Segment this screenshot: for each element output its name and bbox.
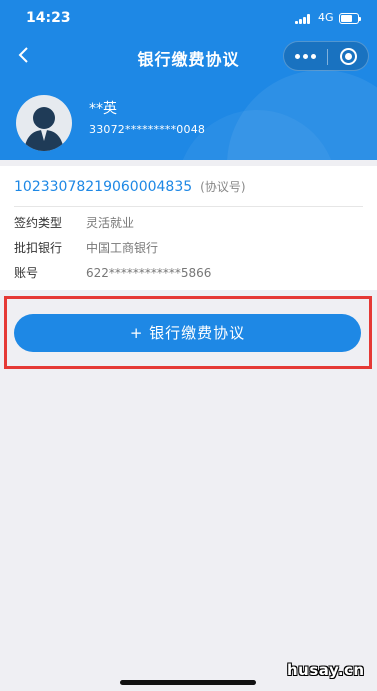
detail-row-account: 账号 622************5866 [14, 264, 211, 281]
user-profile: **英 33072*********0048 [0, 88, 377, 160]
more-dots-icon[interactable] [293, 48, 319, 64]
status-time: 14:23 [26, 10, 71, 26]
navigation-bar: 银行缴费协议 [0, 36, 377, 76]
detail-row-type: 签约类型 灵活就业 [14, 214, 134, 231]
row-label: 账号 [14, 266, 39, 280]
home-indicator[interactable] [120, 680, 256, 685]
row-value: 622************5866 [86, 266, 212, 280]
user-name: **英 [89, 101, 117, 117]
add-agreement-section: + 银行缴费协议 [0, 290, 377, 370]
person-avatar-icon [16, 95, 72, 151]
mini-program-capsule [283, 41, 369, 71]
add-bank-agreement-button[interactable]: + 银行缴费协议 [14, 314, 361, 352]
agreement-number: 10233078219060004835 [14, 179, 193, 195]
status-bar: 14:23 4G [0, 0, 377, 36]
agreement-number-line: 10233078219060004835 (协议号) [14, 178, 246, 195]
watermark: husay.cn [287, 661, 365, 679]
capsule-divider [327, 49, 328, 65]
row-value: 中国工商银行 [86, 241, 159, 255]
battery-icon [339, 13, 361, 24]
target-circle-icon[interactable] [340, 48, 357, 65]
agreement-card[interactable]: 10233078219060004835 (协议号) 签约类型 灵活就业 批扣银行 中… [0, 166, 377, 290]
divider [14, 206, 363, 207]
signal-icon [295, 14, 313, 24]
user-id-number: 33072*********0048 [89, 123, 206, 136]
agreement-number-note: (协议号) [200, 180, 246, 194]
row-label: 签约类型 [14, 216, 63, 230]
row-value: 灵活就业 [86, 216, 135, 230]
header-background: 14:23 4G 银行缴费协议 **英 33072*********0048 [0, 0, 377, 160]
row-label: 批扣银行 [14, 241, 63, 255]
detail-row-bank: 批扣银行 中国工商银行 [14, 239, 158, 256]
network-label: 4G [318, 11, 334, 24]
